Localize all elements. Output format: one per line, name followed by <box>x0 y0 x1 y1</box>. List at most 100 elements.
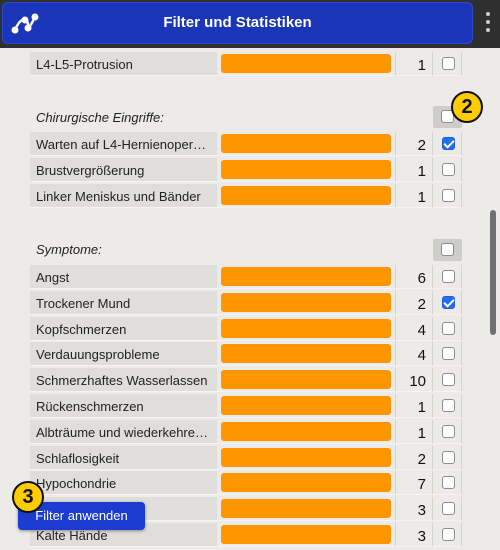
filter-checkbox[interactable] <box>442 189 455 202</box>
checkbox-cell <box>433 52 462 76</box>
filter-checkbox[interactable] <box>442 347 455 360</box>
filter-row: Linker Meniskus und Bänder 1 <box>30 184 462 208</box>
filter-label: Warten auf L4-Hernienoper… <box>30 132 217 156</box>
filter-row: Warten auf L4-Hernienoper… 2 <box>30 132 462 156</box>
select-all-checkbox[interactable] <box>441 243 454 256</box>
filter-count: 2 <box>395 291 433 315</box>
filter-count: 1 <box>395 158 433 182</box>
bar-cell <box>217 342 395 366</box>
bar-cell <box>217 368 395 392</box>
filter-label: Rückenschmerzen <box>30 394 217 418</box>
section-header-checkbox <box>433 239 462 261</box>
checkbox-cell <box>433 342 462 366</box>
checkbox-cell <box>433 265 462 289</box>
count-bar <box>221 525 391 544</box>
filter-checkbox[interactable] <box>442 399 455 412</box>
filter-count: 1 <box>395 394 433 418</box>
checkbox-cell <box>433 158 462 182</box>
bar-cell <box>217 394 395 418</box>
bar-cell <box>217 317 395 341</box>
count-bar <box>221 499 391 518</box>
scrollbar-thumb[interactable] <box>490 210 496 335</box>
filter-checkbox[interactable] <box>442 163 455 176</box>
filter-checkbox[interactable] <box>442 296 455 309</box>
filter-label: Kopfschmerzen <box>30 317 217 341</box>
filter-row: Albträume und wiederkehre… 1 <box>30 420 462 444</box>
count-bar <box>221 422 391 441</box>
filter-count: 6 <box>395 265 433 289</box>
filter-row: Hypochondrie 7 <box>30 471 462 495</box>
count-bar <box>221 396 391 415</box>
vertical-dots-icon[interactable] <box>484 12 492 38</box>
filter-count: 3 <box>395 497 433 521</box>
filter-checkbox[interactable] <box>442 502 455 515</box>
filter-checkbox[interactable] <box>442 528 455 541</box>
filter-count: 1 <box>395 52 433 76</box>
filter-label: L4-L5-Protrusion <box>30 52 217 76</box>
bar-cell <box>217 291 395 315</box>
filter-checkbox[interactable] <box>442 425 455 438</box>
bar-cell <box>217 446 395 470</box>
bar-cell <box>217 132 395 156</box>
bar-cell <box>217 471 395 495</box>
filter-label: Angst <box>30 265 217 289</box>
count-bar <box>221 448 391 467</box>
checkbox-cell <box>433 497 462 521</box>
checkbox-cell <box>433 368 462 392</box>
filter-label: Verdauungsprobleme <box>30 342 217 366</box>
checkbox-cell <box>433 184 462 208</box>
bar-cell <box>217 497 395 521</box>
filter-count: 4 <box>395 317 433 341</box>
count-bar <box>221 473 391 492</box>
checkbox-cell <box>433 132 462 156</box>
filter-row: Rückenschmerzen 1 <box>30 394 462 418</box>
checkbox-cell <box>433 394 462 418</box>
filter-count: 4 <box>395 342 433 366</box>
filter-checkbox[interactable] <box>442 451 455 464</box>
bar-cell <box>217 420 395 444</box>
filter-panel[interactable]: L4-L5-Protrusion 1 Chirurgische Eingriff… <box>0 48 500 550</box>
bar-cell <box>217 158 395 182</box>
filter-row: Angst 6 <box>30 265 462 289</box>
filter-row: Schmerzhaftes Wasserlassen 10 <box>30 368 462 392</box>
annotation-badge-3: 3 <box>12 481 44 513</box>
bar-cell <box>217 52 395 76</box>
filter-row: Schlaflosigkeit 2 <box>30 446 462 470</box>
title-bar: Filter und Statistiken <box>0 0 500 48</box>
filter-checkbox[interactable] <box>442 476 455 489</box>
bar-cell <box>217 523 395 547</box>
filter-label: Albträume und wiederkehre… <box>30 420 217 444</box>
count-bar <box>221 54 391 73</box>
checkbox-cell <box>433 420 462 444</box>
filter-checkbox[interactable] <box>442 373 455 386</box>
filter-checkbox[interactable] <box>442 57 455 70</box>
filter-count: 2 <box>395 446 433 470</box>
filter-label: Linker Meniskus und Bänder <box>30 184 217 208</box>
filter-count: 7 <box>395 471 433 495</box>
filter-label: Hypochondrie <box>30 471 217 495</box>
filter-checkbox[interactable] <box>442 137 455 150</box>
checkbox-cell <box>433 317 462 341</box>
title-banner: Filter und Statistiken <box>2 2 473 44</box>
filter-label: Schmerzhaftes Wasserlassen <box>30 368 217 392</box>
count-bar <box>221 319 391 338</box>
filter-row: Brustvergrößerung 1 <box>30 158 462 182</box>
filter-checkbox[interactable] <box>442 322 455 335</box>
filter-count: 3 <box>395 523 433 547</box>
bar-cell <box>217 265 395 289</box>
count-bar <box>221 344 391 363</box>
filter-row: Kopfschmerzen 4 <box>30 317 462 341</box>
bar-cell <box>217 184 395 208</box>
filter-count: 2 <box>395 132 433 156</box>
checkbox-cell <box>433 446 462 470</box>
section-title-symptoms: Symptome: <box>36 242 102 257</box>
filter-count: 1 <box>395 420 433 444</box>
filter-label: Schlaflosigkeit <box>30 446 217 470</box>
checkbox-cell <box>433 291 462 315</box>
filter-count: 10 <box>395 368 433 392</box>
count-bar <box>221 186 391 205</box>
filter-checkbox[interactable] <box>442 270 455 283</box>
filter-label: Brustvergrößerung <box>30 158 217 182</box>
filter-label: Trockener Mund <box>30 291 217 315</box>
count-bar <box>221 160 391 179</box>
